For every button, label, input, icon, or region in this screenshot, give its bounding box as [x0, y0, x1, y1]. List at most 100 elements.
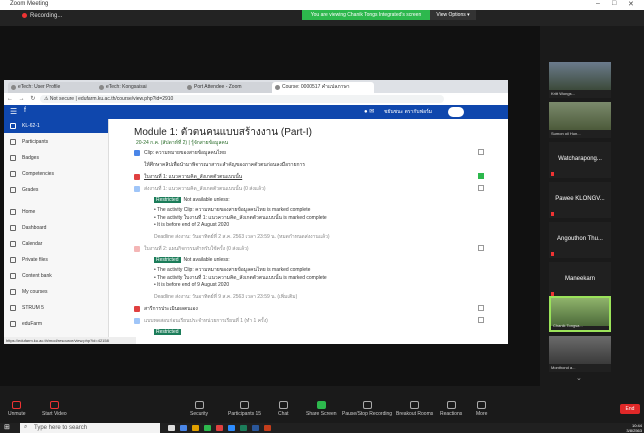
participant-video	[549, 336, 611, 364]
sidebar-item-course[interactable]: KL-62-1	[4, 119, 108, 133]
sidebar-item-my-courses[interactable]: My courses	[4, 285, 108, 299]
completion-checkbox[interactable]	[478, 149, 484, 155]
recording-label: Recording...	[30, 13, 63, 20]
restriction-item: • The activity ใบงานที่ 1: แนวความคิด_สั…	[154, 215, 327, 221]
chevron-down-icon[interactable]: ⌄	[576, 374, 582, 382]
browser-tab[interactable]: eTech: User Profile	[8, 82, 102, 93]
close-icon[interactable]: ✕	[628, 0, 634, 8]
sidebar-item-dashboard[interactable]: Dashboard	[4, 221, 108, 235]
muted-mic-icon	[551, 172, 554, 176]
nav-arrows-icon[interactable]: ← → ↻	[7, 95, 37, 102]
breakout-rooms-button[interactable]: Breakout Rooms	[396, 401, 433, 417]
participants-panel: Kritt Wongs... Sumon oil Hun... Watchara…	[545, 50, 615, 372]
module-subtitle: 20-24 ก.ค. (สัปดาห์ที่ 2) | รู้จักสายข้อ…	[136, 140, 229, 146]
browser-tab[interactable]: Port Attendee - Zoom	[184, 82, 278, 93]
activity-worksheet-1[interactable]: ใบงานที่ 1: แนวความคิด_สังเกตตัวตนแบบนั้…	[134, 173, 479, 181]
taskbar-app-icon[interactable]	[216, 425, 223, 431]
participant-video	[549, 102, 611, 130]
participant-tile[interactable]: Angouthon Thu...	[549, 222, 611, 258]
browser-tab-active[interactable]: Course: 0000517 คำแปลภาษา	[272, 82, 374, 93]
powerpoint-app-icon[interactable]	[264, 425, 271, 431]
sidebar-item-private-files[interactable]: Private files	[4, 253, 108, 267]
taskbar-app-icon[interactable]	[204, 425, 211, 431]
activity-assignment-2[interactable]: ใบงานที่ 2: แผนกิจกรรมสำหรับใช้ครั้ง (0 …	[134, 245, 479, 253]
end-meeting-button[interactable]: End	[620, 404, 640, 414]
sidebar-item-grades[interactable]: Grades	[4, 183, 108, 197]
sidebar-item-calendar[interactable]: Calendar	[4, 237, 108, 251]
restricted-badge: Restricted	[154, 197, 181, 203]
participant-tile[interactable]: Pawee KLONGV...	[549, 182, 611, 218]
restriction-item: • The activity Clip: ความหมายของสายข้อมู…	[154, 207, 311, 213]
sidebar-item-competencies[interactable]: Competencies	[4, 167, 108, 181]
completion-checkbox-done[interactable]	[478, 173, 484, 179]
url-input[interactable]: ⚠ Not secure | edufarm.ku.ac.th/course/v…	[40, 95, 444, 103]
chat-button[interactable]: Chat	[278, 401, 289, 417]
completion-checkbox[interactable]	[478, 245, 484, 251]
file-icon	[10, 257, 16, 263]
participant-tile[interactable]: Watcharapong...	[549, 142, 611, 178]
activity-self-assessment[interactable]: สารีการประเมินผลตนเอง	[134, 305, 479, 313]
restriction-item: • The activity Clip: ความหมายของสายข้อมู…	[154, 267, 311, 273]
browser-tab[interactable]: eTech: Kongsaisai	[96, 82, 190, 93]
notification-icon[interactable]: ● ✉	[364, 108, 374, 115]
pdf-icon	[134, 245, 140, 252]
sidebar-item-edufarm[interactable]: eduFarm	[4, 317, 108, 331]
sidebar-item-home[interactable]: Home	[4, 205, 108, 219]
moodle-header: ☰ f ● ✉ ชยันชนะ ตรากับฟอร์ม	[4, 105, 508, 119]
participant-tile[interactable]: Monthond a...	[549, 336, 611, 372]
taskbar-app-icon[interactable]	[240, 425, 247, 431]
completion-checkbox[interactable]	[478, 317, 484, 323]
participant-tile[interactable]: Kritt Wongs...	[549, 62, 611, 98]
participant-tile[interactable]: Maneekarn	[549, 262, 611, 298]
activity-assignment-1[interactable]: ส่งงานที่ 1: แนวความคิด_สังเกตตัวตนแบบนั…	[134, 185, 479, 193]
reactions-button[interactable]: Reactions	[440, 401, 462, 417]
avatar[interactable]	[448, 107, 464, 117]
zoom-toolbar: Unmute Start Video Security Participants…	[0, 400, 644, 423]
quiz-icon	[134, 317, 140, 324]
module-title: Module 1: ตัวตนคนแบบสร้างงาน (Part-I)	[134, 127, 312, 138]
participant-tile[interactable]: Sumon oil Hun...	[549, 102, 611, 138]
participant-video	[551, 298, 609, 326]
user-name[interactable]: ชยันชนะ ตรากับฟอร์ม	[384, 108, 432, 116]
security-button[interactable]: Security	[190, 401, 208, 417]
folder-icon[interactable]	[192, 425, 199, 431]
completion-checkbox[interactable]	[478, 185, 484, 191]
minimize-icon[interactable]: –	[596, 0, 600, 7]
sidebar-item-badges[interactable]: Badges	[4, 151, 108, 165]
sidebar-item-participants[interactable]: Participants	[4, 135, 108, 149]
activity-description: ให้ศึกษาคลิปเพื่อนำมาพิจารณาสาระสำคัญของ…	[144, 162, 306, 168]
viewing-banner: You are viewing Chanik Tongs Integrated'…	[302, 10, 430, 20]
pause-recording-button[interactable]: Pause/Stop Recording	[342, 401, 392, 417]
participants-button[interactable]: Participants 15	[228, 401, 261, 417]
more-button[interactable]: More	[476, 401, 487, 417]
menu-icon[interactable]: ☰	[10, 107, 17, 116]
task-view-icon[interactable]	[168, 425, 175, 431]
maximize-icon[interactable]: □	[612, 0, 616, 7]
unmute-button[interactable]: Unmute	[8, 401, 26, 417]
sidebar-item-content-bank[interactable]: Content bank	[4, 269, 108, 283]
smile-icon	[446, 401, 456, 409]
sidebar-item-strum5[interactable]: STRUM 5	[4, 301, 108, 315]
restriction-note: Restricted	[154, 329, 499, 335]
pdf-icon	[134, 173, 140, 180]
taskbar-clock[interactable]: 10:44 3/8/2563	[604, 423, 642, 433]
windows-start-icon[interactable]: ⊞	[4, 423, 10, 431]
restriction-item: • It is before end of 2 August 2020	[154, 222, 230, 228]
word-app-icon[interactable]	[252, 425, 259, 431]
zoom-app-icon[interactable]	[228, 425, 235, 431]
badge-icon	[10, 155, 16, 161]
search-icon: ⌕	[24, 424, 28, 430]
start-video-button[interactable]: Start Video	[42, 401, 67, 417]
taskbar-search-input[interactable]: Type here to search	[20, 423, 160, 433]
restricted-badge: Restricted	[154, 257, 181, 263]
participant-tile-active[interactable]: Chanik Tongsa...	[549, 296, 611, 332]
activity-clip[interactable]: Clip: ความหมายของสายข้อมูลคนไทย	[134, 149, 479, 157]
share-screen-button[interactable]: Share Screen	[306, 401, 337, 417]
pdf-icon	[134, 305, 140, 312]
pause-icon	[362, 401, 372, 409]
taskbar-app-icon[interactable]	[180, 425, 187, 431]
activity-pretest[interactable]: แบบทดสอบก่อนเรียนประจำหน่วยการเรียนที่ 1…	[134, 317, 479, 325]
checkbox-icon	[10, 171, 16, 177]
completion-checkbox[interactable]	[478, 305, 484, 311]
view-options-button[interactable]: View Options ▾	[430, 10, 476, 20]
